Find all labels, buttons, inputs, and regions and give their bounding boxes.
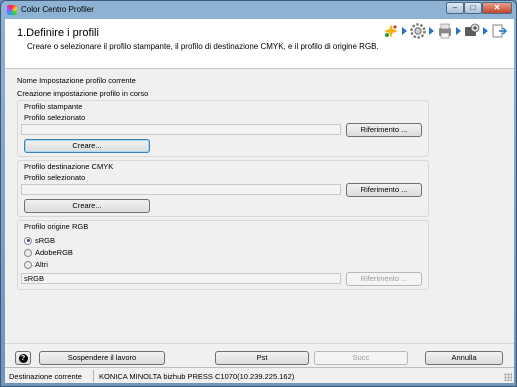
radio-adobergb[interactable]: AdobeRGB	[24, 248, 73, 257]
cancel-button[interactable]: Annulla	[425, 351, 503, 365]
cmyk-create-button[interactable]: Creare...	[24, 199, 150, 213]
printer-icon	[436, 22, 454, 40]
cmyk-selected-label: Profilo selezionato	[24, 173, 86, 182]
window-title: Color Centro Profiler	[21, 5, 94, 14]
printer-profile-title: Profilo stampante	[24, 102, 83, 111]
current-setting-name-label: Nome Impostazione profilo corrente	[17, 76, 136, 85]
rgb-profile-group: Profilo origine RGB sRGB AdobeRGB Altri …	[17, 220, 429, 290]
printer-selected-label: Profilo selezionato	[24, 113, 86, 122]
step-arrow-icon	[429, 27, 434, 35]
minimize-button[interactable]: –	[446, 2, 464, 14]
radio-altri-label: Altri	[35, 260, 48, 269]
resize-grip-icon[interactable]	[504, 373, 512, 381]
printer-profile-group: Profilo stampante Profilo selezionato Ri…	[17, 100, 429, 157]
radio-srgb-label: sRGB	[35, 236, 56, 245]
printer-create-button[interactable]: Creare...	[24, 139, 150, 153]
status-divider	[93, 370, 94, 382]
sparkle-icon	[382, 22, 400, 40]
step-arrow-icon	[456, 27, 461, 35]
step-header: 1.Definire i profili Creare o selezionar…	[5, 19, 514, 69]
rgb-reference-button[interactable]: Riferimento ...	[346, 272, 422, 286]
client-area: 1.Definire i profili Creare o selezionar…	[5, 19, 514, 367]
footer-divider	[5, 343, 514, 344]
next-button[interactable]: Succ	[314, 351, 408, 365]
maximize-button[interactable]: □	[464, 2, 482, 14]
rgb-profile-title: Profilo origine RGB	[24, 222, 89, 231]
step-title: 1.Definire i profili	[17, 27, 99, 39]
radio-srgb-indicator[interactable]	[24, 236, 32, 245]
cmyk-profile-field	[21, 184, 341, 195]
previous-button[interactable]: Pst	[215, 351, 309, 365]
step-arrow-icon	[402, 27, 407, 35]
close-button[interactable]: ✕	[482, 2, 512, 14]
cmyk-reference-button[interactable]: Riferimento ...	[346, 183, 422, 197]
step-description: Creare o selezionare il profilo stampant…	[27, 42, 379, 51]
radio-adobergb-indicator[interactable]	[24, 248, 32, 257]
radio-altri-indicator[interactable]	[24, 260, 32, 269]
printer-profile-field	[21, 124, 341, 135]
current-destination-value: KONICA MINOLTA bizhub PRESS C1070(10.239…	[99, 372, 295, 381]
title-bar[interactable]: Color Centro Profiler – □ ✕	[1, 1, 516, 19]
creating-setting-label: Creazione impostazione profilo in corso	[17, 89, 149, 98]
step-arrow-icon	[483, 27, 488, 35]
printer-reference-button[interactable]: Riferimento ...	[346, 123, 422, 137]
radio-srgb[interactable]: sRGB	[24, 236, 55, 245]
status-label: Destinazione corrente	[9, 372, 82, 381]
cmyk-profile-title: Profilo destinazione CMYK	[24, 162, 114, 171]
radio-altri[interactable]: Altri	[24, 260, 48, 269]
radio-adobergb-label: AdobeRGB	[35, 248, 73, 257]
status-bar: Destinazione corrente KONICA MINOLTA biz…	[5, 367, 514, 383]
export-icon	[490, 22, 508, 40]
rgb-profile-field: sRGB	[21, 273, 341, 284]
scanner-icon	[463, 22, 481, 40]
suspend-job-button[interactable]: Sospendere il lavoro	[39, 351, 165, 365]
window-controls: – □ ✕	[446, 2, 512, 14]
wizard-steps	[382, 22, 508, 40]
help-icon: ?	[18, 353, 28, 363]
gear-icon	[409, 22, 427, 40]
app-logo-icon	[7, 5, 17, 15]
help-button[interactable]: ?	[15, 351, 31, 365]
cmyk-profile-group: Profilo destinazione CMYK Profilo selezi…	[17, 160, 429, 217]
app-window: Color Centro Profiler – □ ✕ 1.Definire i…	[0, 0, 517, 387]
